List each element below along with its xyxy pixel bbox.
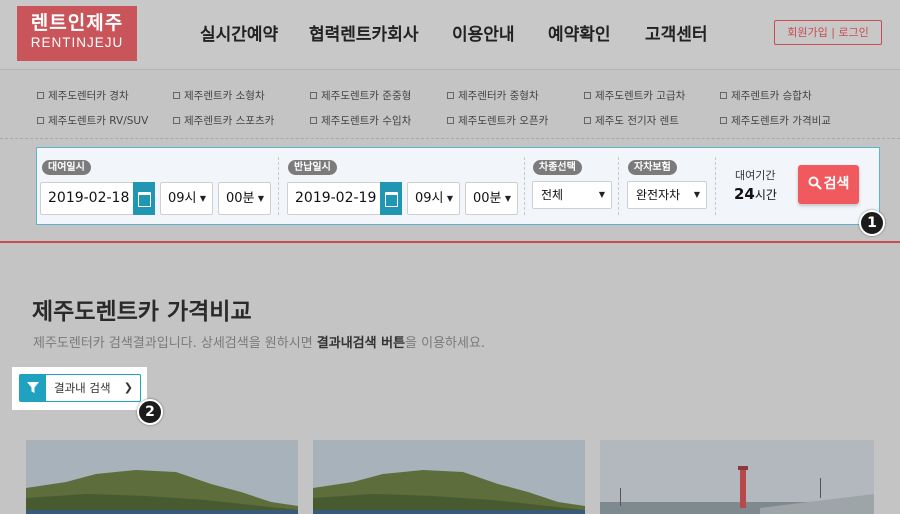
page-title: 제주도렌트카 가격비교 <box>32 299 252 325</box>
checkbox-icon <box>310 116 317 124</box>
insurance-select[interactable]: 완전자차 ▼ <box>627 181 707 209</box>
divider <box>524 157 525 215</box>
checkbox-icon <box>584 91 591 99</box>
rental-period-value: 24시간 <box>734 185 777 203</box>
search-icon <box>808 176 822 190</box>
category-link[interactable]: 제주렌트카 승합차 <box>720 88 812 103</box>
search-button[interactable]: 검색 <box>798 165 859 204</box>
divider <box>278 157 279 215</box>
harbor-image <box>600 466 874 514</box>
divider <box>715 157 716 215</box>
pickup-minute-select[interactable]: 00분 ▼ <box>218 182 271 215</box>
cartype-label: 차종선택 <box>533 160 582 175</box>
dropdown-arrow-icon: ▼ <box>693 190 700 199</box>
category-link[interactable]: 제주도렌트카 준중형 <box>310 88 411 103</box>
cartype-select[interactable]: 전체 ▼ <box>532 181 612 209</box>
category-link[interactable]: 제주렌터카 중형차 <box>447 88 539 103</box>
checkbox-icon <box>37 91 44 99</box>
nav-reservation-check[interactable]: 예약확인 <box>548 20 611 45</box>
signup-login-links[interactable]: 회원가입 | 로그인 <box>774 20 882 45</box>
dropdown-arrow-icon: ▼ <box>504 194 511 203</box>
checkbox-icon <box>447 116 454 124</box>
logo-english: RENTINJEJU <box>30 35 124 50</box>
calendar-icon[interactable] <box>380 182 402 215</box>
checkbox-icon <box>584 116 591 124</box>
dropdown-arrow-icon: ▼ <box>199 194 206 203</box>
accent-divider <box>0 241 900 243</box>
category-link[interactable]: 제주렌트카 소형차 <box>173 88 265 103</box>
nav-realtime-reservation[interactable]: 실시간예약 <box>200 20 278 45</box>
nav-usage-guide[interactable]: 이용안내 <box>452 20 515 45</box>
rental-period-label: 대여기간 <box>735 169 776 182</box>
return-label: 반납일시 <box>288 160 337 175</box>
result-card-image[interactable] <box>313 440 585 514</box>
category-link[interactable]: 제주도렌트카 수입차 <box>310 113 411 128</box>
checkbox-icon <box>37 116 44 124</box>
logo-korean: 렌트인제주 <box>30 12 124 34</box>
checkbox-icon <box>720 116 727 124</box>
category-link[interactable]: 제주도렌터카 경차 <box>37 88 129 103</box>
category-link[interactable]: 제주도렌트카 가격비교 <box>720 113 831 128</box>
category-link[interactable]: 제주도 전기자 렌트 <box>584 113 679 128</box>
category-link[interactable]: 제주도렌트카 RV/SUV <box>37 113 148 128</box>
checkbox-icon <box>720 91 727 99</box>
divider <box>618 157 619 215</box>
insurance-label: 자차보험 <box>628 160 677 175</box>
filter-icon <box>20 375 46 401</box>
page-subtitle: 제주도렌터카 검색결과입니다. 상세검색을 원하시면 결과내검색 버튼을 이용하… <box>33 336 486 351</box>
landscape-image <box>26 470 298 514</box>
return-hour-select[interactable]: 09시 ▼ <box>407 182 460 215</box>
chevron-right-icon: ❯ <box>123 381 133 394</box>
pickup-label: 대여일시 <box>42 160 91 175</box>
return-minute-select[interactable]: 00분 ▼ <box>465 182 518 215</box>
site-logo[interactable]: 렌트인제주 RENTINJEJU <box>17 6 137 61</box>
site-header: 렌트인제주 RENTINJEJU 실시간예약 협력렌트카회사 이용안내 예약확인… <box>0 0 900 70</box>
category-link[interactable]: 제주도렌트카 오픈카 <box>447 113 548 128</box>
step-badge: 1 <box>859 210 885 236</box>
filter-search-button[interactable]: 결과내 검색 ❯ <box>19 374 141 402</box>
divider <box>0 138 900 139</box>
checkbox-icon <box>173 91 180 99</box>
step-badge: 2 <box>137 399 163 425</box>
nav-customer-center[interactable]: 고객센터 <box>645 20 708 45</box>
dropdown-arrow-icon: ▼ <box>598 190 605 199</box>
calendar-icon[interactable] <box>133 182 155 215</box>
dropdown-arrow-icon: ▼ <box>446 194 453 203</box>
category-link[interactable]: 제주도렌트카 고급차 <box>584 88 685 103</box>
checkbox-icon <box>447 91 454 99</box>
car-category-links: 제주도렌터카 경차 제주렌트카 소형차 제주도렌트카 준중형 제주렌터카 중형차… <box>0 71 900 137</box>
checkbox-icon <box>310 91 317 99</box>
filter-button-label: 결과내 검색 <box>54 381 111 395</box>
category-link[interactable]: 제주렌트카 스포츠카 <box>173 113 274 128</box>
dropdown-arrow-icon: ▼ <box>257 194 264 203</box>
landscape-image <box>313 470 585 514</box>
pickup-hour-select[interactable]: 09시 ▼ <box>160 182 213 215</box>
checkbox-icon <box>173 116 180 124</box>
result-card-image[interactable] <box>26 440 298 514</box>
nav-partner-companies[interactable]: 협력렌트카회사 <box>309 20 418 45</box>
result-card-image[interactable] <box>600 440 874 514</box>
